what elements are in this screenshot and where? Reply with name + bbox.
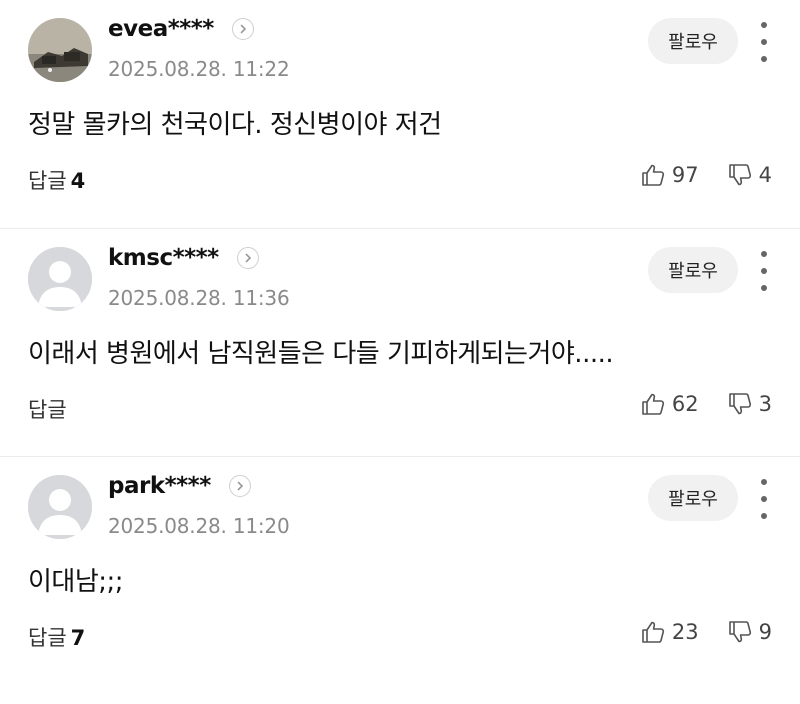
vote-bar: 62 3 <box>640 391 772 417</box>
comment-text: 이대남;;; <box>28 567 124 597</box>
author: kmsc**** <box>108 245 259 271</box>
author-name[interactable]: evea**** <box>108 16 214 42</box>
comment-item: kmsc**** 2025.08.28. 11:36 팔로우 이래서 병원에서 … <box>0 228 800 456</box>
thumbs-up-icon <box>642 393 664 415</box>
like-count: 23 <box>671 620 699 644</box>
comment-text: 이래서 병원에서 남직원들은 다들 기피하게되는거야..... <box>28 339 614 369</box>
dislike-button[interactable]: 9 <box>727 619 772 645</box>
follow-button[interactable]: 팔로우 <box>648 18 738 64</box>
reply-label: 답글 <box>28 169 67 193</box>
dislike-button[interactable]: 3 <box>727 391 772 417</box>
like-count: 97 <box>671 163 699 187</box>
follow-button[interactable]: 팔로우 <box>648 475 738 521</box>
avatar[interactable] <box>28 475 92 539</box>
thumbs-down-icon <box>728 621 751 643</box>
vote-bar: 23 9 <box>640 619 772 645</box>
more-vertical-icon[interactable] <box>758 251 770 291</box>
dislike-count: 3 <box>758 392 772 416</box>
comment-date: 2025.08.28. 11:36 <box>108 286 290 310</box>
like-count: 62 <box>671 392 699 416</box>
avatar[interactable] <box>28 247 92 311</box>
comment-text: 정말 몰카의 천국이다. 정신병이야 저건 <box>28 110 442 140</box>
thumbs-down-icon <box>728 393 751 415</box>
author: evea**** <box>108 16 254 42</box>
reply-button[interactable]: 답글 7 <box>28 622 85 652</box>
vote-bar: 97 4 <box>640 162 772 188</box>
comment-item: park**** 2025.08.28. 11:20 팔로우 이대남;;; 답글… <box>0 456 800 684</box>
like-button[interactable]: 97 <box>640 162 699 188</box>
dislike-count: 4 <box>758 163 772 187</box>
reply-button[interactable]: 답글 4 <box>28 165 85 195</box>
comment-date: 2025.08.28. 11:20 <box>108 514 290 538</box>
comment-item: evea**** 2025.08.28. 11:22 팔로우 정말 몰카의 천국… <box>0 0 800 228</box>
chevron-right-icon[interactable] <box>231 18 254 40</box>
avatar[interactable] <box>28 18 92 82</box>
more-vertical-icon[interactable] <box>758 479 770 519</box>
author: park**** <box>108 473 251 499</box>
default-avatar-icon <box>28 247 92 311</box>
chevron-right-icon[interactable] <box>228 475 251 497</box>
dislike-button[interactable]: 4 <box>727 162 772 188</box>
dislike-count: 9 <box>758 620 772 644</box>
reply-count: 4 <box>70 169 86 193</box>
reply-button[interactable]: 답글 <box>28 394 71 424</box>
like-button[interactable]: 23 <box>640 619 699 645</box>
reply-count: 7 <box>70 626 86 650</box>
reply-label: 답글 <box>28 398 67 422</box>
author-name[interactable]: kmsc**** <box>108 245 219 271</box>
thumbs-down-icon <box>728 164 751 186</box>
like-button[interactable]: 62 <box>640 391 699 417</box>
follow-button[interactable]: 팔로우 <box>648 247 738 293</box>
reply-label: 답글 <box>28 626 67 650</box>
more-vertical-icon[interactable] <box>758 22 770 62</box>
chevron-right-icon[interactable] <box>236 247 259 269</box>
default-avatar-icon <box>28 475 92 539</box>
thumbs-up-icon <box>642 164 664 186</box>
author-name[interactable]: park**** <box>108 473 211 499</box>
comment-date: 2025.08.28. 11:22 <box>108 57 290 81</box>
avatar-photo <box>28 18 92 82</box>
thumbs-up-icon <box>642 621 664 643</box>
